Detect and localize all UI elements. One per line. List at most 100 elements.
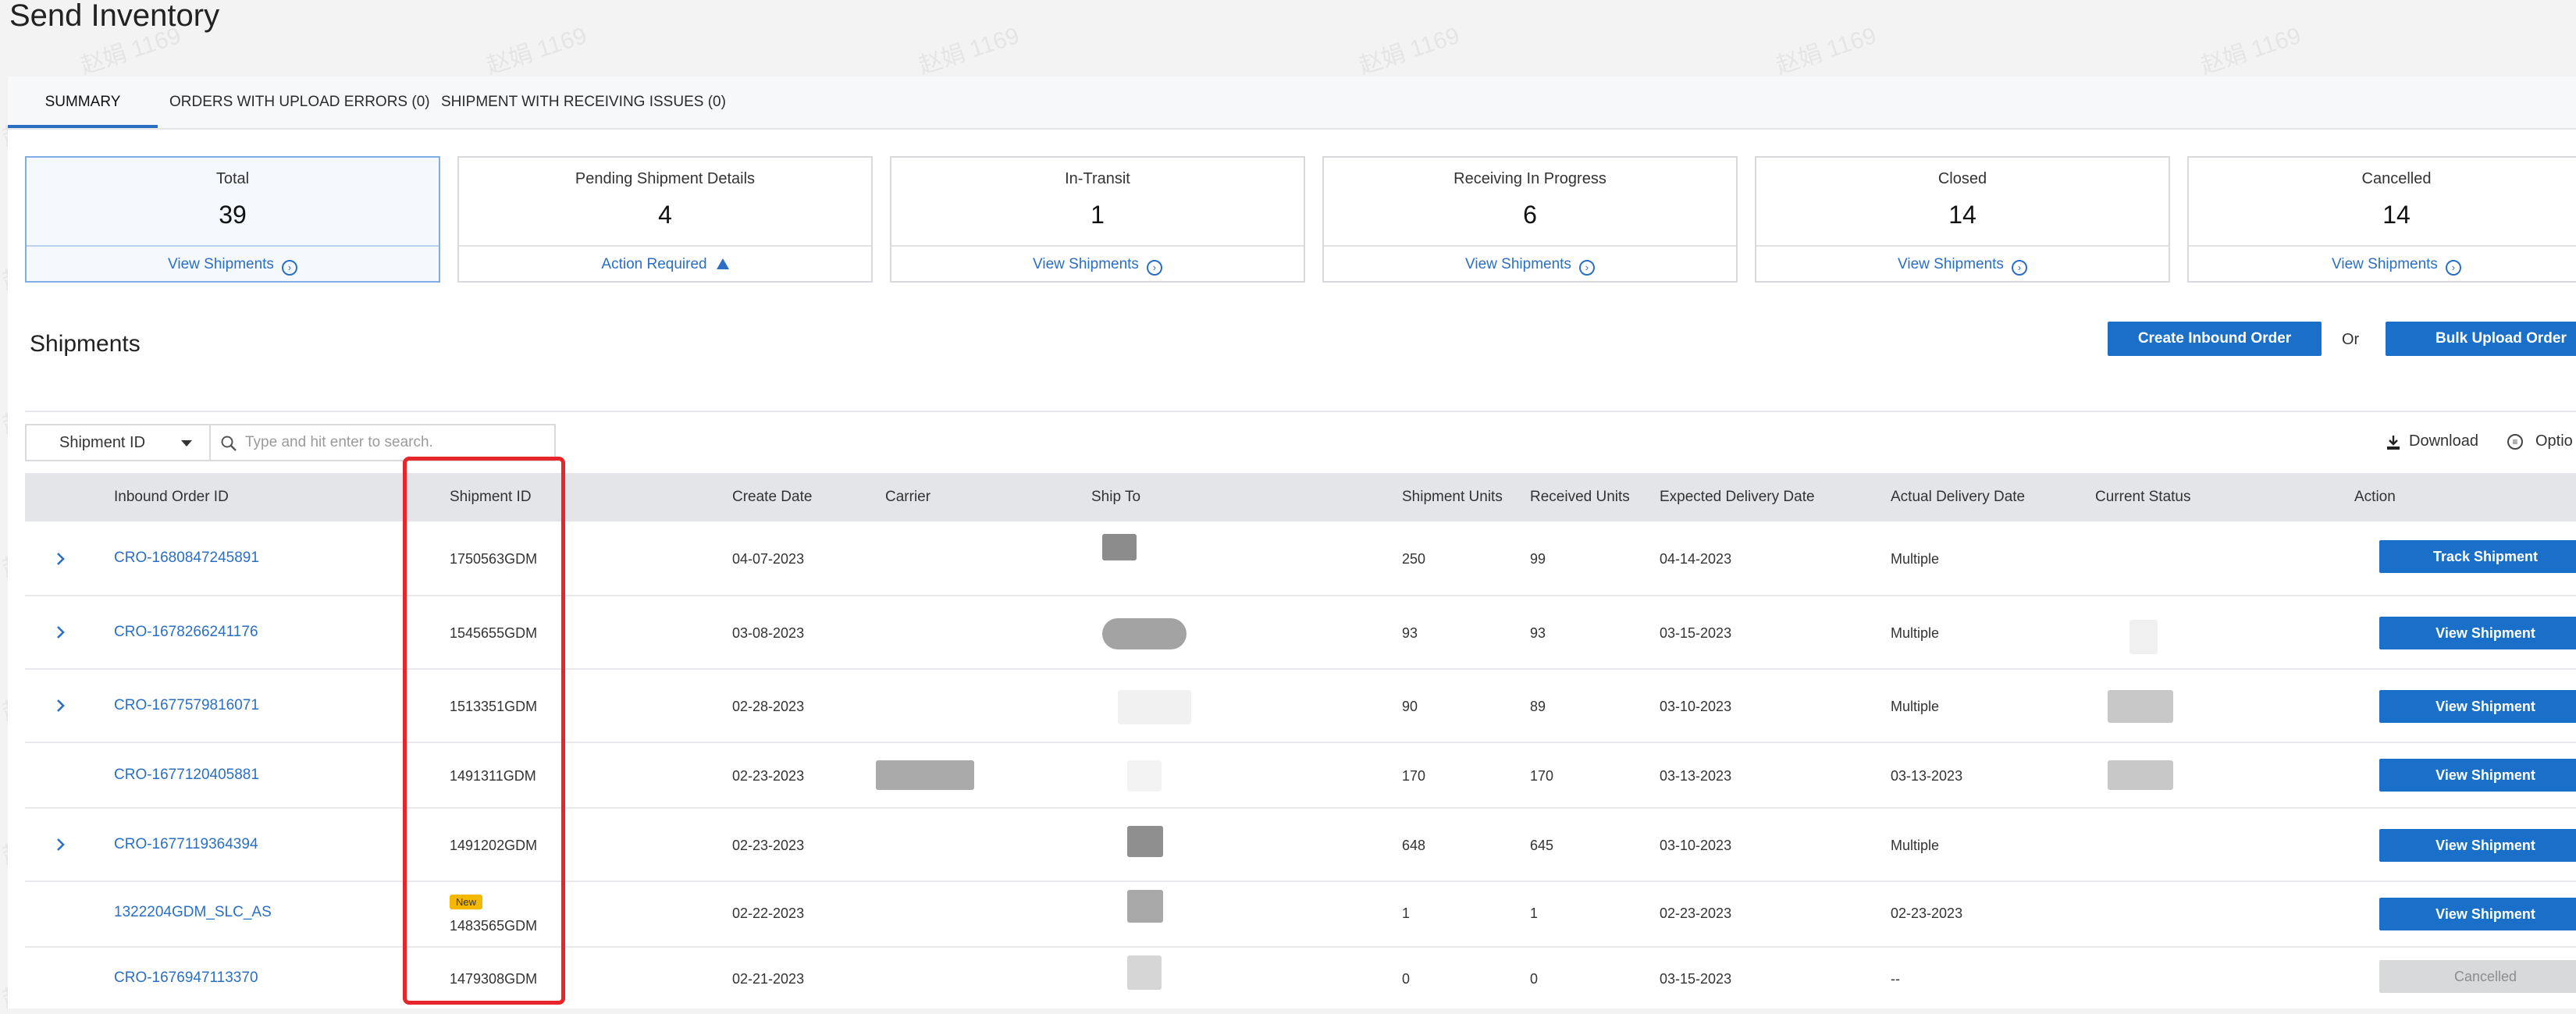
card-footer-text: Action Required: [601, 256, 707, 272]
expected-delivery-date: 03-10-2023: [1660, 838, 1732, 853]
column-header[interactable]: Action: [2354, 473, 2396, 521]
column-header[interactable]: Actual Delivery Date: [1891, 473, 2025, 521]
shipment-units: 170: [1402, 768, 1426, 784]
redacted-image: [876, 760, 974, 790]
chevron-circle-icon: ›: [2011, 260, 2027, 276]
chevron-circle-icon: ›: [1146, 260, 1162, 276]
chevron-right-icon[interactable]: [55, 837, 67, 852]
download-icon[interactable]: [2385, 434, 2402, 451]
caret-down-icon: [181, 440, 192, 447]
card-footer-link[interactable]: View Shipments ›: [1756, 245, 2169, 283]
search-bar: Shipment ID: [25, 424, 556, 461]
redacted-image: [1102, 534, 1137, 560]
watermark-text: 赵娟 1169: [483, 23, 590, 80]
shipment-units: 90: [1402, 699, 1418, 714]
tab-shipment-with-receiving-issues[interactable]: SHIPMENT WITH RECEIVING ISSUES (0): [441, 76, 726, 128]
view-shipment-button[interactable]: View Shipment: [2379, 898, 2576, 930]
view-shipment-button[interactable]: View Shipment: [2379, 829, 2576, 862]
column-header[interactable]: Current Status: [2095, 473, 2191, 521]
inbound-order-link[interactable]: CRO-1678266241176: [114, 624, 258, 641]
card-label: Pending Shipment Details: [575, 170, 756, 187]
search-filter-select[interactable]: Shipment ID: [27, 425, 211, 460]
create-date: 04-07-2023: [732, 551, 805, 567]
summary-card-in-transit[interactable]: In-Transit 1 View Shipments ›: [890, 156, 1305, 283]
bulk-upload-order-button[interactable]: Bulk Upload Order: [2386, 322, 2576, 356]
received-units: 645: [1530, 838, 1554, 853]
inbound-order-link[interactable]: CRO-1677119364394: [114, 836, 258, 853]
cancelled-status-button: Cancelled: [2379, 960, 2576, 993]
create-date: 02-21-2023: [732, 971, 805, 987]
column-header[interactable]: Shipment ID: [450, 473, 532, 521]
card-footer-text: View Shipments: [1465, 256, 1571, 272]
card-footer-text: View Shipments: [168, 256, 274, 272]
tab-orders-with-upload-errors[interactable]: ORDERS WITH UPLOAD ERRORS (0): [169, 76, 430, 128]
search-input[interactable]: [244, 430, 551, 455]
summary-card-cancelled[interactable]: Cancelled 14 View Shipments ›: [2187, 156, 2576, 283]
shipment-id: 1483565GDM: [450, 918, 538, 934]
inbound-order-link[interactable]: CRO-1677120405881: [114, 767, 259, 784]
actual-delivery-date: Multiple: [1891, 625, 1940, 641]
actual-delivery-date: 03-13-2023: [1891, 768, 1963, 784]
card-footer-link[interactable]: View Shipments ›: [891, 245, 1304, 283]
chevron-right-icon[interactable]: [55, 624, 67, 640]
shipment-id: 1750563GDM: [450, 551, 538, 567]
expected-delivery-date: 04-14-2023: [1660, 551, 1732, 567]
search-filter-value: Shipment ID: [59, 434, 146, 451]
chevron-right-icon[interactable]: [55, 698, 67, 713]
shipment-id: 1479308GDM: [450, 971, 538, 987]
track-shipment-button[interactable]: Track Shipment: [2379, 540, 2576, 573]
card-footer-link[interactable]: Action Required: [459, 245, 871, 283]
card-footer-link[interactable]: View Shipments ›: [27, 245, 439, 283]
summary-card-total[interactable]: Total 39 View Shipments ›: [25, 156, 440, 283]
redacted-image: [1102, 618, 1187, 649]
redacted-image: [1127, 826, 1163, 857]
redacted-image: [2108, 760, 2173, 790]
view-shipment-button[interactable]: View Shipment: [2379, 617, 2576, 649]
warning-icon: [716, 258, 729, 269]
actual-delivery-date: 02-23-2023: [1891, 905, 1963, 921]
options-icon[interactable]: ≡: [2507, 434, 2523, 450]
tab-summary[interactable]: SUMMARY: [8, 76, 158, 128]
redacted-image: [2108, 690, 2173, 723]
card-count: 6: [1523, 201, 1537, 229]
inbound-order-link[interactable]: CRO-1677579816071: [114, 697, 259, 714]
summary-card-closed[interactable]: Closed 14 View Shipments ›: [1755, 156, 2170, 283]
download-button[interactable]: Download: [2409, 432, 2478, 450]
create-inbound-order-button[interactable]: Create Inbound Order: [2108, 322, 2322, 356]
table-row: CRO-1677120405881 1491311GDM 02-23-2023 …: [25, 743, 2576, 809]
new-badge-label: New: [450, 895, 483, 909]
shipment-units: 1: [1402, 905, 1411, 921]
watermark-text: 赵娟 1169: [916, 23, 1023, 80]
inbound-order-link[interactable]: 1322204GDM_SLC_AS: [114, 904, 272, 921]
inbound-order-link[interactable]: CRO-1680847245891: [114, 550, 259, 567]
card-footer-link[interactable]: View Shipments ›: [2189, 245, 2576, 283]
column-header[interactable]: Create Date: [732, 473, 812, 521]
column-header[interactable]: Inbound Order ID: [114, 473, 229, 521]
expected-delivery-date: 03-10-2023: [1660, 699, 1732, 714]
summary-card-pending-shipment-details[interactable]: Pending Shipment Details 4 Action Requir…: [457, 156, 873, 283]
shipments-title: Shipments: [30, 331, 141, 357]
actual-delivery-date: Multiple: [1891, 551, 1940, 567]
card-count: 4: [658, 201, 672, 229]
redacted-image: [1118, 690, 1191, 724]
shipment-units: 93: [1402, 625, 1418, 641]
options-button[interactable]: Optio: [2535, 432, 2573, 450]
summary-card-receiving-in-progress[interactable]: Receiving In Progress 6 View Shipments ›: [1322, 156, 1738, 283]
divider: [25, 411, 2576, 412]
chevron-right-icon[interactable]: [55, 551, 67, 567]
expected-delivery-date: 03-15-2023: [1660, 625, 1732, 641]
card-label: Total: [215, 170, 250, 187]
column-header[interactable]: Shipment Units: [1402, 473, 1503, 521]
card-footer-link[interactable]: View Shipments ›: [1324, 245, 1736, 283]
column-header[interactable]: Ship To: [1091, 473, 1140, 521]
column-header[interactable]: Carrier: [885, 473, 930, 521]
card-label: In-Transit: [1065, 170, 1130, 187]
inbound-order-link[interactable]: CRO-1676947113370: [114, 970, 258, 987]
view-shipment-button[interactable]: View Shipment: [2379, 759, 2576, 792]
column-header[interactable]: Expected Delivery Date: [1660, 473, 1815, 521]
view-shipment-button[interactable]: View Shipment: [2379, 690, 2576, 723]
column-header[interactable]: Received Units: [1530, 473, 1630, 521]
new-badge: New: [450, 893, 483, 909]
create-date: 03-08-2023: [732, 625, 805, 641]
search-icon: [221, 436, 237, 451]
